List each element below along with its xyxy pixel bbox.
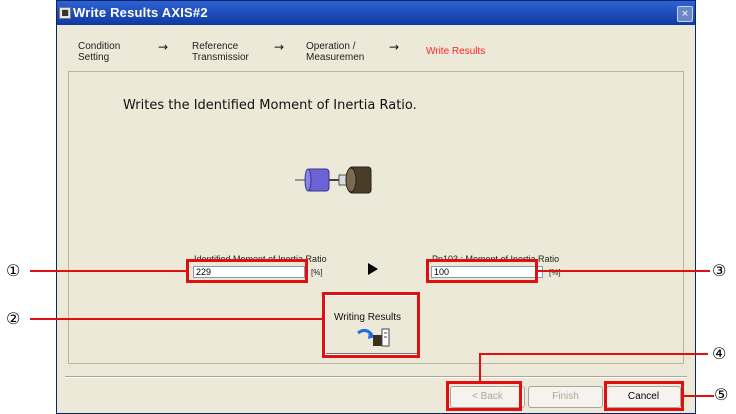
- window-title: Write Results AXIS#2: [73, 5, 208, 20]
- step-write-results: Write Results: [426, 46, 486, 57]
- step-operation-measurement: Operation / Measuremen: [306, 41, 365, 63]
- title-bar[interactable]: ■ Write Results AXIS#2 ×: [57, 1, 695, 25]
- step-condition-setting: Condition Setting: [78, 41, 121, 63]
- callout-line-5: [684, 395, 714, 397]
- callout-box-back: [446, 381, 522, 411]
- callout-line-3: [538, 270, 710, 272]
- motor-load-icon: [295, 166, 372, 194]
- instruction-text: Writes the Identified Moment of Inertia …: [123, 98, 417, 113]
- callout-number-2: ②: [6, 309, 21, 328]
- button-separator: [65, 376, 687, 378]
- callout-number-5: ⑤: [714, 385, 729, 404]
- step-arrow-icon: →: [158, 40, 169, 54]
- callout-line-1: [30, 270, 186, 272]
- callout-box-identified: [186, 259, 308, 283]
- step-arrow-icon: →: [389, 40, 400, 54]
- close-icon[interactable]: ×: [677, 6, 693, 22]
- transfer-arrow-icon: [368, 263, 378, 275]
- finish-button[interactable]: Finish: [528, 386, 603, 408]
- callout-number-1: ①: [6, 261, 21, 280]
- step-arrow-icon: →: [274, 40, 285, 54]
- app-icon: ■: [59, 7, 71, 19]
- callout-line-2: [30, 318, 322, 320]
- callout-box-pn103: [426, 259, 538, 283]
- identified-ratio-unit: [%]: [311, 268, 323, 277]
- callout-box-cancel: [604, 381, 684, 411]
- callout-line-4v: [479, 353, 481, 381]
- step-reference-transmission: Reference Transmissior: [192, 41, 249, 63]
- callout-number-4: ④: [712, 344, 727, 363]
- callout-number-3: ③: [712, 261, 727, 280]
- callout-line-4h: [479, 353, 708, 355]
- callout-box-write-button: [322, 292, 420, 358]
